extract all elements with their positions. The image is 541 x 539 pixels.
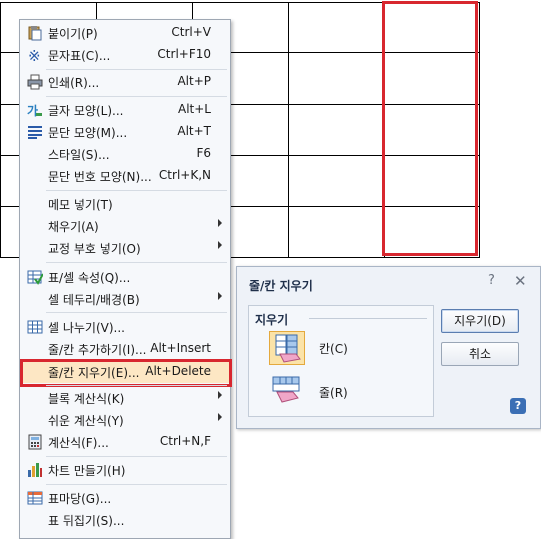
menu-item-label: 블록 계산식(K) <box>48 392 125 406</box>
menu-item-paste[interactable]: 붙이기(P) Ctrl+V <box>21 22 229 44</box>
submenu-arrow-icon <box>218 413 222 421</box>
menu-item-cell-border[interactable]: 셀 테두리/배경(B) <box>21 288 229 310</box>
delete-column-option[interactable] <box>269 331 305 365</box>
split-cell-icon <box>27 319 43 335</box>
menu-item-symbols[interactable]: ※ 문자표(C)... Ctrl+F10 <box>21 44 229 66</box>
menu-item-delete-row-col[interactable]: 줄/칸 지우기(E)... Alt+Delete <box>20 359 232 387</box>
menu-separator <box>46 385 227 386</box>
menu-separator <box>46 262 227 263</box>
menu-separator <box>46 96 227 97</box>
submenu-arrow-icon <box>218 292 222 300</box>
menu-item-label: 표마당(G)... <box>48 492 112 506</box>
menu-item-shortcut: Alt+P <box>177 74 211 88</box>
menu-item-label: 셀 테두리/배경(B) <box>48 293 140 307</box>
menu-item-label: 계산식(F)... <box>48 436 109 450</box>
help-icon[interactable]: ? <box>488 273 502 289</box>
close-icon[interactable]: ✕ <box>514 272 528 290</box>
menu-item-label: 인쇄(R)... <box>48 76 100 90</box>
menu-item-label: 붙이기(P) <box>48 27 98 41</box>
menu-item-label: 메모 넣기(T) <box>48 198 113 212</box>
menu-item-label: 줄/칸 추가하기(I)... <box>48 343 147 357</box>
delete-row-icon <box>269 376 303 409</box>
table-line <box>479 2 480 258</box>
menu-item-para-number[interactable]: 문단 번호 모양(N)... Ctrl+K,N <box>21 165 229 187</box>
para-shape-icon <box>27 124 43 140</box>
menu-item-label: 문자표(C)... <box>48 49 111 63</box>
formula-icon <box>27 434 43 450</box>
group-divider <box>309 318 427 319</box>
menu-item-label: 교정 부호 넣기(O) <box>48 242 141 256</box>
menu-separator <box>46 190 227 191</box>
menu-item-formula[interactable]: 계산식(F)... Ctrl+N,F <box>21 431 229 453</box>
svg-text:※: ※ <box>28 47 41 63</box>
menu-item-easy-calc[interactable]: 쉬운 계산식(Y) <box>21 409 229 431</box>
menu-item-shortcut: Alt+Delete <box>145 364 211 378</box>
menu-item-shortcut: Ctrl+V <box>171 25 211 39</box>
row-option-label[interactable]: 줄(R) <box>319 384 348 401</box>
delete-row-option[interactable] <box>269 374 305 408</box>
print-icon <box>27 74 43 90</box>
context-menu: 붙이기(P) Ctrl+V ※ 문자표(C)... Ctrl+F10 인쇄(R)… <box>19 19 232 539</box>
dialog-title: 줄/칸 지우기 <box>249 279 313 293</box>
menu-item-label: 글자 모양(L)... <box>48 104 124 118</box>
table-line <box>0 2 1 258</box>
menu-item-label: 차트 만들기(H) <box>48 464 126 478</box>
menu-item-shortcut: Alt+Insert <box>150 341 211 355</box>
menu-item-shortcut: Alt+L <box>178 102 211 116</box>
table-line <box>288 2 289 258</box>
menu-separator <box>46 312 227 313</box>
menu-item-label: 채우기(A) <box>48 220 99 234</box>
delete-row-col-dialog: 줄/칸 지우기 ? ✕ 지우기 칸(C) 줄(R) 지우기(D) 취소 ? <box>236 266 541 429</box>
menu-item-print[interactable]: 인쇄(R)... Alt+P <box>21 71 229 93</box>
menu-item-proof-marks[interactable]: 교정 부호 넣기(O) <box>21 237 229 259</box>
delete-column-icon <box>270 334 304 367</box>
table-gallery-icon <box>27 490 43 506</box>
menu-separator <box>46 456 227 457</box>
menu-item-label: 문단 번호 모양(N)... <box>48 170 152 184</box>
submenu-arrow-icon <box>218 219 222 227</box>
paste-icon <box>27 25 43 41</box>
menu-separator <box>46 484 227 485</box>
menu-item-label: 표 뒤집기(S)... <box>48 514 125 528</box>
menu-item-insert-memo[interactable]: 메모 넣기(T) <box>21 193 229 215</box>
chart-icon <box>27 462 43 478</box>
help-button-icon[interactable]: ? <box>510 398 526 414</box>
menu-item-shortcut: Ctrl+K,N <box>158 168 211 182</box>
menu-item-table-props[interactable]: 표/셀 속성(Q)... <box>21 266 229 288</box>
table-props-icon <box>27 269 44 285</box>
menu-item-shortcut: Ctrl+N,F <box>159 434 211 448</box>
char-shape-icon: 가 <box>27 102 43 118</box>
menu-item-style[interactable]: 스타일(S)... F6 <box>21 143 229 165</box>
cancel-button[interactable]: 취소 <box>441 342 519 366</box>
menu-item-block-calc[interactable]: 블록 계산식(K) <box>21 387 229 409</box>
menu-item-split-cell[interactable]: 셀 나누기(V)... <box>21 316 229 338</box>
column-option-label[interactable]: 칸(C) <box>319 340 348 357</box>
menu-item-label: 문단 모양(M)... <box>48 126 128 140</box>
delete-group: 지우기 칸(C) 줄(R) <box>248 305 434 417</box>
menu-item-add-row-col[interactable]: 줄/칸 추가하기(I)... Alt+Insert <box>21 338 229 360</box>
submenu-arrow-icon <box>218 391 222 399</box>
menu-item-shortcut: F6 <box>196 146 211 160</box>
menu-item-make-chart[interactable]: 차트 만들기(H) <box>21 459 229 481</box>
menu-item-shortcut: Ctrl+F10 <box>157 47 211 61</box>
menu-item-shortcut: Alt+T <box>177 124 211 138</box>
menu-item-label: 줄/칸 지우기(E)... <box>48 366 140 380</box>
delete-button[interactable]: 지우기(D) <box>441 309 519 333</box>
menu-item-flip-table[interactable]: 표 뒤집기(S)... <box>21 509 229 531</box>
menu-item-char-shape[interactable]: 가 글자 모양(L)... Alt+L <box>21 99 229 121</box>
symbol-icon: ※ <box>27 47 43 65</box>
menu-item-label: 표/셀 속성(Q)... <box>48 271 131 285</box>
menu-item-label: 쉬운 계산식(Y) <box>48 414 124 428</box>
menu-separator <box>46 69 227 70</box>
submenu-arrow-icon <box>218 241 222 249</box>
menu-item-para-shape[interactable]: 문단 모양(M)... Alt+T <box>21 121 229 143</box>
selected-column-highlight[interactable] <box>382 1 478 256</box>
group-title: 지우기 <box>255 313 289 327</box>
menu-item-label: 셀 나누기(V)... <box>48 321 125 335</box>
menu-item-fill[interactable]: 채우기(A) <box>21 215 229 237</box>
menu-item-label: 스타일(S)... <box>48 148 110 162</box>
menu-item-table-gallery[interactable]: 표마당(G)... <box>21 487 229 509</box>
